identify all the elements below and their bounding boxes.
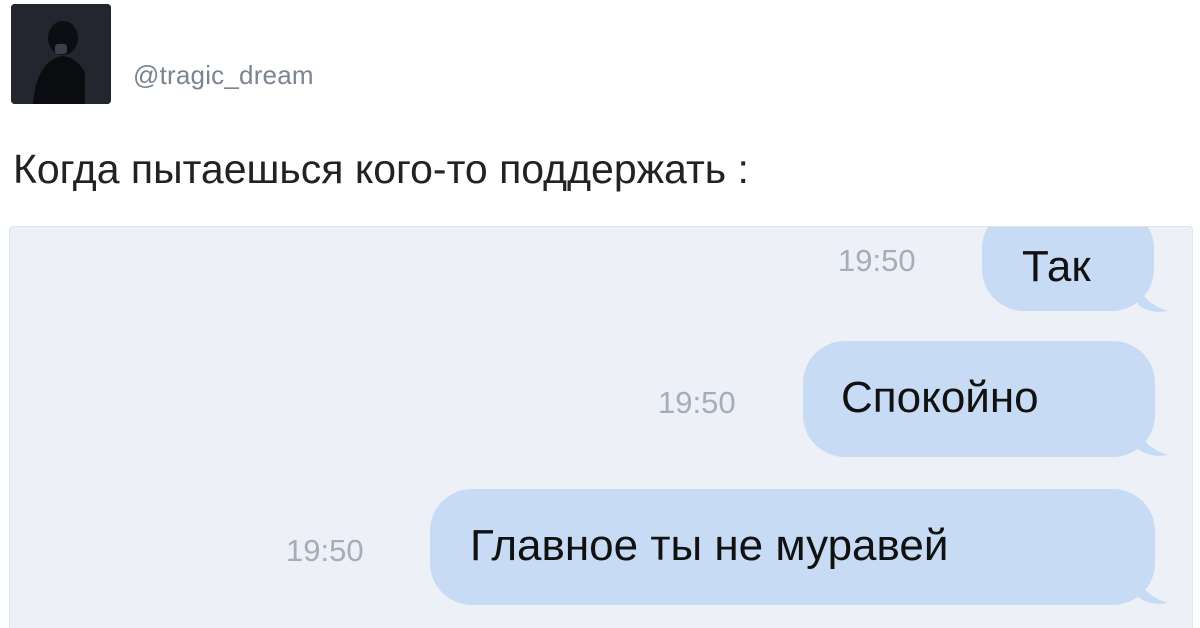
message-text: Спокойно bbox=[841, 373, 1039, 422]
message-bubble: Спокойно bbox=[803, 341, 1155, 457]
message-time: 19:50 bbox=[286, 533, 364, 568]
bubble-tail bbox=[1138, 427, 1168, 456]
avatar-photo bbox=[11, 4, 111, 104]
message-text: Так bbox=[1022, 242, 1091, 291]
message-bubble: Главное ты не муравей bbox=[430, 489, 1155, 605]
user-handle[interactable]: @tragic_dream bbox=[133, 60, 314, 91]
tweet-card: @tragic_dream Когда пытаешься кого-то по… bbox=[0, 0, 1200, 628]
post-text: Когда пытаешься кого-то поддержать : bbox=[13, 146, 749, 192]
message-text: Главное ты не муравей bbox=[470, 521, 949, 570]
message-time: 19:50 bbox=[658, 385, 736, 420]
chat-screenshot: 19:50 Так 19:50 Спокойно 19:50 Главное т… bbox=[9, 226, 1193, 628]
avatar[interactable] bbox=[11, 4, 111, 104]
message-bubble: Так bbox=[982, 227, 1154, 311]
message-time: 19:50 bbox=[838, 243, 916, 278]
bubble-tail bbox=[1138, 283, 1168, 312]
bubble-tail bbox=[1138, 575, 1168, 604]
